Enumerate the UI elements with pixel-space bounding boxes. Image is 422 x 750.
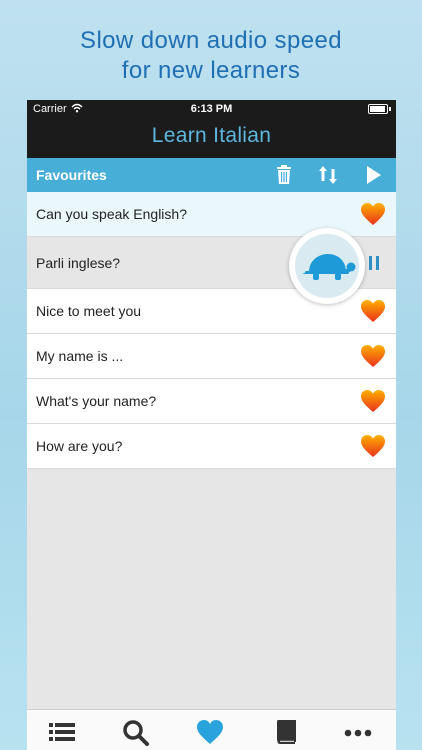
turtle-icon: [302, 254, 356, 280]
heart-icon[interactable]: [360, 389, 386, 413]
phrase-text: What's your name?: [36, 393, 157, 409]
headline-line-2: for new learners: [121, 57, 301, 84]
list-item[interactable]: How are you?: [27, 424, 396, 469]
battery-icon: [368, 104, 388, 114]
more-icon[interactable]: [343, 718, 373, 746]
nav-title: Learn Italian: [27, 118, 396, 158]
favourites-header: Favourites: [27, 158, 396, 192]
search-icon[interactable]: [121, 718, 151, 746]
battery-tip: [389, 107, 391, 111]
phrase-text: Nice to meet you: [36, 303, 142, 319]
book-icon[interactable]: [271, 718, 301, 746]
status-time: 6:13 PM: [190, 103, 233, 115]
tab-bar: [27, 709, 396, 750]
section-title: Favourites: [36, 167, 107, 183]
phrase-text: How are you?: [36, 438, 123, 454]
list-item[interactable]: My name is ...: [27, 334, 396, 379]
phone-screen: Carrier 6:13 PM Learn Italian Favourites: [27, 100, 396, 750]
sort-icon[interactable]: [316, 163, 340, 187]
badge-background: [295, 234, 359, 298]
heart-icon[interactable]: [360, 299, 386, 323]
heart-icon[interactable]: [360, 344, 386, 368]
heart-icon[interactable]: [360, 434, 386, 458]
heart-icon[interactable]: [360, 202, 386, 226]
heart-icon[interactable]: [195, 718, 225, 746]
phrase-text: My name is ...: [36, 348, 124, 364]
list-icon[interactable]: [47, 718, 77, 746]
trash-icon[interactable]: [272, 163, 296, 187]
pause-icon[interactable]: [369, 256, 379, 270]
status-bar: Carrier 6:13 PM: [27, 100, 396, 118]
phrase-text: Can you speak English?: [36, 206, 187, 222]
list-item[interactable]: What's your name?: [27, 379, 396, 424]
headline-line-1: Slow down audio speed: [80, 27, 342, 54]
promo-headline: Slow down audio speed for new learners: [0, 26, 422, 86]
play-icon[interactable]: [361, 163, 385, 187]
slow-speed-button[interactable]: [289, 228, 365, 304]
phrase-text: Parli inglese?: [36, 255, 121, 271]
